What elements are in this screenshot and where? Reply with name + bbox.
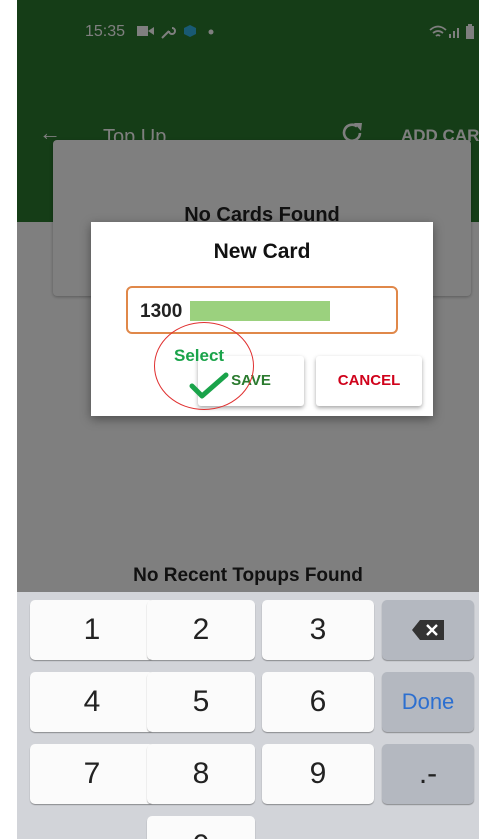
annotation-label: Select	[174, 346, 225, 365]
key-9[interactable]: 9	[262, 744, 374, 804]
phone-screen: 15:35 ← Top Up ADD CARD No	[17, 0, 479, 839]
key-3[interactable]: 3	[262, 600, 374, 660]
card-number-input[interactable]: 1300	[126, 286, 398, 334]
numeric-keyboard: 1 2 3 4 5 6 Done 7 8 9 .- 0	[17, 592, 479, 839]
done-key[interactable]: Done	[382, 672, 474, 732]
key-2[interactable]: 2	[147, 600, 255, 660]
new-card-dialog: New Card 1300 SAVE CANCEL	[91, 222, 433, 416]
checkmark-icon	[189, 372, 229, 399]
card-number-value: 1300	[140, 301, 183, 322]
backspace-icon	[412, 620, 444, 640]
dialog-title: New Card	[213, 240, 311, 263]
key-8[interactable]: 8	[147, 744, 255, 804]
key-6[interactable]: 6	[262, 672, 374, 732]
key-dot-dash[interactable]: .-	[382, 744, 474, 804]
key-1[interactable]: 1	[30, 600, 154, 660]
key-5[interactable]: 5	[147, 672, 255, 732]
redaction-mask	[190, 301, 330, 321]
cancel-button[interactable]: CANCEL	[316, 356, 422, 406]
cancel-label: CANCEL	[337, 372, 401, 389]
key-0[interactable]: 0	[147, 816, 255, 839]
key-7[interactable]: 7	[30, 744, 154, 804]
backspace-key[interactable]	[382, 600, 474, 660]
key-4[interactable]: 4	[30, 672, 154, 732]
